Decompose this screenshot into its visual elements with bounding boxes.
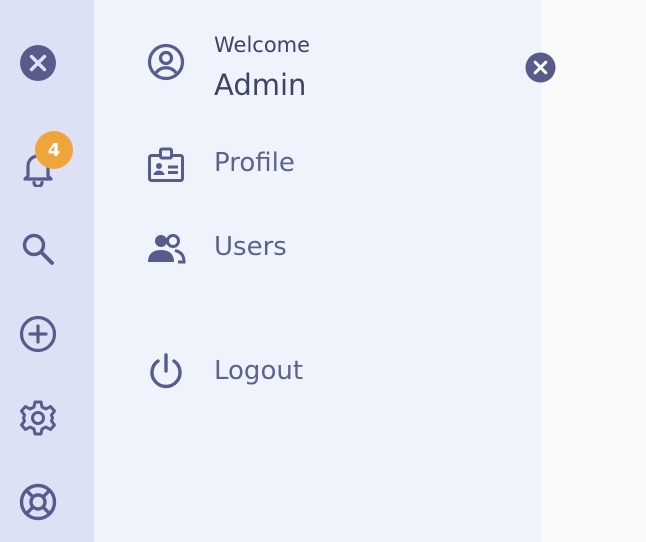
search-icon[interactable] [18,229,58,269]
icon-rail: 4 [0,0,94,542]
power-icon[interactable] [146,352,186,392]
menu-item-logout[interactable]: Logout [214,356,303,386]
lifebuoy-icon[interactable] [18,482,58,522]
menu-item-users[interactable]: Users [214,232,287,262]
user-name: Admin [214,68,307,102]
close-panel-button[interactable] [524,51,556,83]
close-icon [524,51,556,83]
users-icon[interactable] [146,229,186,269]
id-badge-icon[interactable] [146,145,186,185]
close-icon[interactable] [18,43,58,83]
user-circle-icon [146,42,186,82]
welcome-text: Welcome [214,33,311,57]
menu-item-profile[interactable]: Profile [214,148,295,178]
plus-circle-icon[interactable] [18,314,58,354]
gear-icon[interactable] [18,398,58,438]
notification-badge: 4 [35,131,73,169]
